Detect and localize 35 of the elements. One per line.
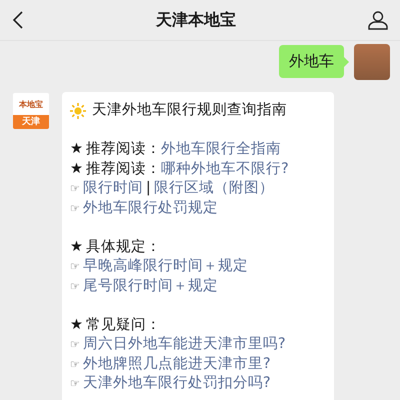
bullet-glyph: ☞ (70, 356, 80, 372)
article-link[interactable]: 外地车限行处罚规定 (82, 198, 218, 218)
article-link[interactable]: 天津外地车限行处罚扣分吗? (82, 374, 271, 394)
bullet-glyph: ☞ (70, 181, 80, 197)
account-avatar: 本地宝 天津 (12, 92, 50, 130)
article-link[interactable]: 哪种外地车不限行? (161, 160, 289, 179)
bullet-glyph: ☞ (70, 376, 80, 392)
article-link[interactable]: 外地车限行全指南 (161, 140, 281, 160)
profile-icon[interactable] (368, 10, 388, 30)
section-label: 常见疑问： (86, 316, 161, 334)
sun-icon (70, 102, 86, 119)
article-link[interactable]: 限行区域（附图） (154, 179, 274, 198)
photo-placeholder (354, 44, 390, 80)
article-link[interactable]: 周六日外地车能进天津市里吗? (82, 335, 286, 354)
bullet-glyph: ★ (70, 238, 83, 256)
section-label: 具体规定： (86, 238, 161, 256)
section-label: 推荐阅读： (86, 160, 161, 178)
bullet-glyph: ★ (70, 316, 83, 334)
bubble-tail (344, 57, 349, 67)
bullet-glyph: ☞ (70, 278, 80, 294)
bullet-glyph: ☞ (70, 200, 80, 216)
sent-message: 外地车 (279, 45, 344, 78)
chat-title: 天津本地宝 (156, 10, 236, 30)
message-title: 天津外地车限行规则查询指南 (92, 101, 287, 120)
bullet-glyph: ☞ (70, 337, 80, 353)
bullet-glyph: ☞ (70, 259, 80, 275)
article-link[interactable]: 尾号限行时间＋规定 (82, 276, 218, 296)
bullet-glyph: ★ (70, 140, 83, 159)
back-icon[interactable] (12, 10, 24, 30)
separator-text: | (146, 179, 151, 198)
article-link[interactable]: 早晚高峰限行时间＋规定 (82, 257, 248, 276)
bullet-glyph: ★ (70, 160, 83, 178)
section-label: 推荐阅读： (86, 140, 161, 159)
article-link[interactable]: 限行时间 (82, 179, 143, 198)
article-link[interactable]: 外地牌照几点能进天津市里? (82, 354, 271, 374)
